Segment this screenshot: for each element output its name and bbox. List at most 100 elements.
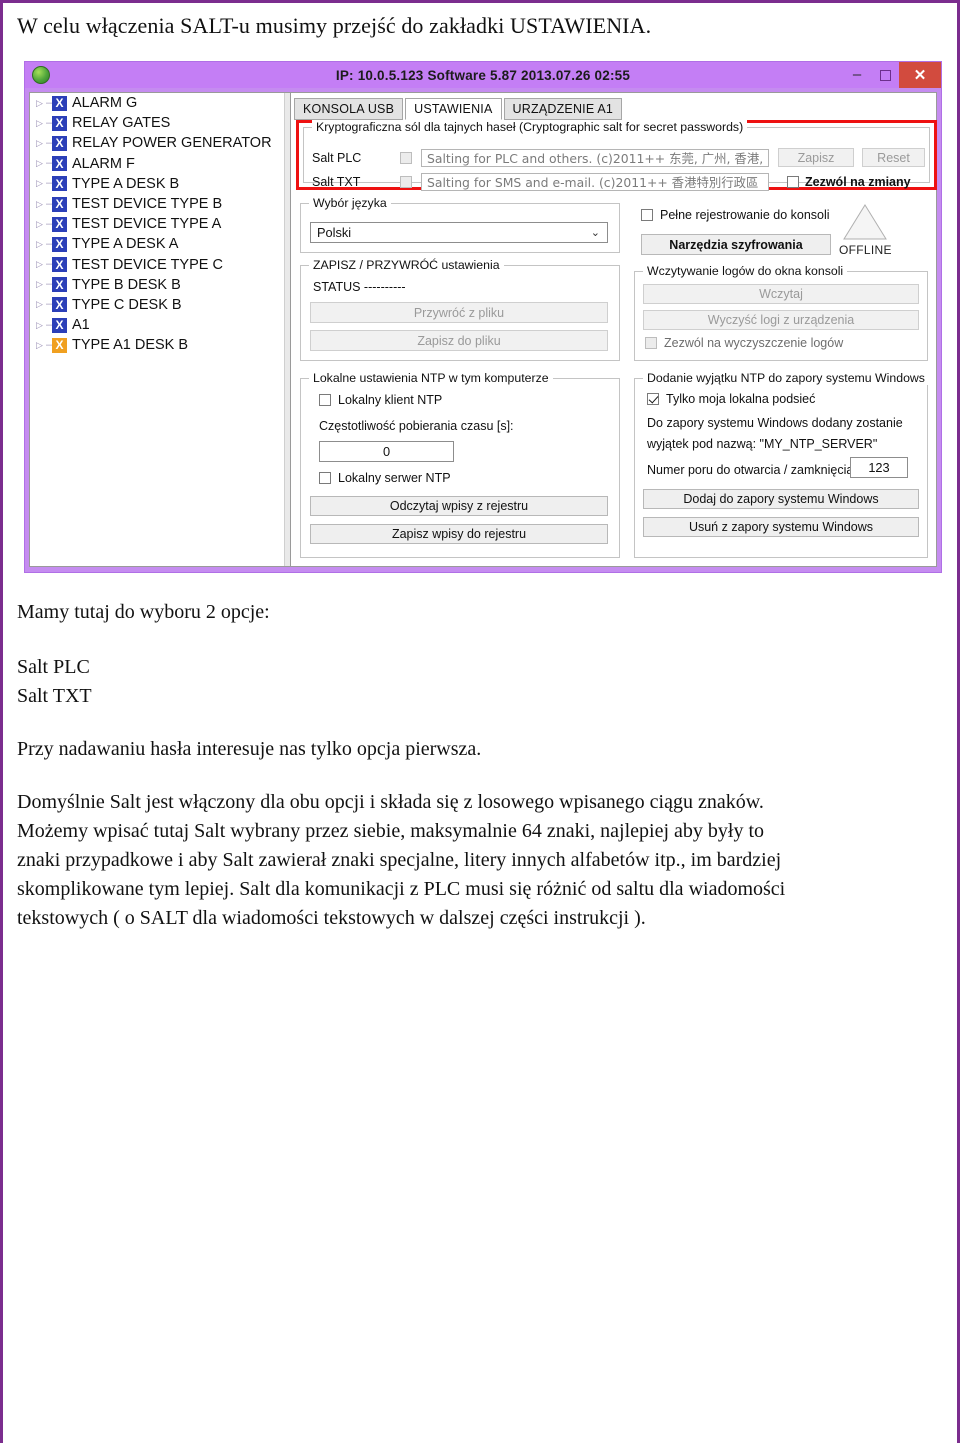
options-list: Salt PLC Salt TXT <box>17 653 937 711</box>
allow-changes-label: Zezwól na zmiany <box>805 175 911 189</box>
allow-changes-checkbox[interactable] <box>787 176 799 188</box>
salt-save-button[interactable]: Zapisz <box>778 148 854 167</box>
tree-item-label: TYPE A DESK B <box>72 175 180 192</box>
offline-indicator: OFFLINE <box>839 203 892 257</box>
ntp-subnet-checkbox[interactable] <box>647 393 659 405</box>
ntp-server-checkbox[interactable] <box>319 472 331 484</box>
close-button[interactable]: ✕ <box>899 62 941 88</box>
write-registry-button[interactable]: Zapisz wpisy do rejestru <box>310 524 608 544</box>
tab-bar: KONSOLA USB USTAWIENIA URZĄDZENIE A1 <box>291 93 936 120</box>
expand-arrow-icon[interactable]: ▷ <box>36 118 46 128</box>
device-node-icon: X <box>52 196 67 212</box>
ntp-client-checkbox[interactable] <box>319 394 331 406</box>
tree-item[interactable]: ▷ – X TYPE B DESK B <box>30 275 290 295</box>
expand-arrow-icon[interactable]: ▷ <box>36 179 46 188</box>
tree-scrollbar[interactable] <box>284 93 290 566</box>
device-node-icon: X <box>52 337 67 353</box>
save-restore-status: STATUS ---------- <box>313 280 406 294</box>
tree-item[interactable]: ▷ – X TYPE C DESK B <box>30 295 290 315</box>
salt-reset-button[interactable]: Reset <box>862 148 925 167</box>
clear-device-logs-button[interactable]: Wyczyść logi z urządzenia <box>643 310 919 330</box>
tree-item[interactable]: ▷ – X TYPE A DESK A <box>30 234 290 254</box>
tree-item-label: ALARM G <box>72 95 138 112</box>
tree-item[interactable]: ▷ – X RELAY GATES <box>30 113 290 133</box>
ntp-frequency-input[interactable]: 0 <box>319 441 454 462</box>
tree-item[interactable]: ▷ – X TYPE A DESK B <box>30 174 290 194</box>
expand-arrow-icon[interactable]: ▷ <box>36 239 46 249</box>
tree-item[interactable]: ▷ – X TEST DEVICE TYPE B <box>30 194 290 214</box>
firewall-remove-button[interactable]: Usuń z zapory systemu Windows <box>643 517 919 537</box>
ntp-server-label: Lokalny serwer NTP <box>338 471 451 485</box>
salt-txt-input[interactable]: Salting for SMS and e-mail. (c)2011++ 香港… <box>421 173 769 191</box>
firewall-add-button[interactable]: Dodaj do zapory systemu Windows <box>643 489 919 509</box>
ntp-client-label: Lokalny klient NTP <box>338 393 443 407</box>
tree-item-label: TYPE C DESK B <box>72 296 182 313</box>
device-node-icon: X <box>52 297 67 313</box>
paragraph-3-line: skomplikowane tym lepiej. Salt dla komun… <box>17 878 786 900</box>
save-restore-groupbox: ZAPISZ / PRZYWRÓĆ ustawienia STATUS ----… <box>300 258 620 361</box>
tree-item[interactable]: ▷ – X ALARM G <box>30 93 290 113</box>
logs-group-title: Wczytywanie logów do okna konsoli <box>643 264 848 278</box>
expand-arrow-icon[interactable]: ▷ <box>36 98 46 108</box>
minimize-button[interactable]: – <box>843 64 871 86</box>
maximize-button[interactable] <box>871 64 899 86</box>
tab-urzadzenie-a1[interactable]: URZĄDZENIE A1 <box>503 98 623 120</box>
allow-clear-logs-checkbox[interactable] <box>645 337 657 349</box>
tree-item[interactable]: ▷ – X TEST DEVICE TYPE A <box>30 214 290 234</box>
save-restore-group-title: ZAPISZ / PRZYWRÓĆ ustawienia <box>309 258 504 272</box>
settings-pane: KONSOLA USB USTAWIENIA URZĄDZENIE A1 Kry… <box>291 92 937 567</box>
tree-item-label: TEST DEVICE TYPE B <box>72 196 223 213</box>
tree-item[interactable]: ▷ – X RELAY POWER GENERATOR <box>30 133 290 153</box>
load-logs-button[interactable]: Wczytaj <box>643 284 919 304</box>
paragraph-salt-description: Domyślnie Salt jest włączony dla obu opc… <box>17 788 937 933</box>
language-select[interactable]: Polski ⌄ <box>310 222 608 243</box>
expand-arrow-icon[interactable]: ▷ <box>36 280 46 289</box>
expand-arrow-icon[interactable]: ▷ <box>36 300 46 309</box>
salt-plc-enable-checkbox[interactable] <box>400 151 412 164</box>
device-node-icon: X <box>52 317 67 333</box>
device-node-icon: X <box>52 115 67 131</box>
salt-plc-label: Salt PLC <box>312 150 362 165</box>
offline-label: OFFLINE <box>839 243 892 257</box>
full-logging-checkbox[interactable] <box>641 209 653 221</box>
window-title: IP: 10.0.5.123 Software 5.87 2013.07.26 … <box>335 67 631 83</box>
expand-arrow-icon[interactable]: ▷ <box>36 260 46 269</box>
tree-item-label: ALARM F <box>72 155 135 172</box>
page-title: W celu włączenia SALT-u musimy przejść d… <box>17 13 652 38</box>
expand-arrow-icon[interactable]: ▷ <box>36 340 46 350</box>
ntp-server-row: Lokalny serwer NTP <box>319 471 451 485</box>
salt-txt-enable-checkbox[interactable] <box>400 176 412 188</box>
application-window: IP: 10.0.5.123 Software 5.87 2013.07.26 … <box>24 61 942 573</box>
expand-arrow-icon[interactable]: ▷ <box>36 320 46 330</box>
ntp-local-groupbox: Lokalne ustawienia NTP w tym komputerze … <box>300 371 620 558</box>
expand-arrow-icon[interactable]: ▷ <box>36 219 46 229</box>
ntp-frequency-label: Częstotliwość pobierania czasu [s]: <box>319 419 514 433</box>
tab-konsola-usb[interactable]: KONSOLA USB <box>294 98 404 120</box>
allow-clear-logs-row: Zezwól na wyczyszczenie logów <box>645 336 843 350</box>
salt-groupbox: Kryptograficzna sól dla tajnych haseł (C… <box>303 120 930 191</box>
paragraph-1: Mamy tutaj do wyboru 2 opcje: <box>17 601 270 623</box>
expand-arrow-icon[interactable]: ▷ <box>36 159 46 168</box>
document-page: W celu włączenia SALT-u musimy przejść d… <box>0 0 960 1443</box>
tree-item[interactable]: ▷ – X ALARM F <box>30 154 290 174</box>
device-tree-list: ▷ – X ALARM G ▷ – X RELAY GATES ▷ – X RELAY POWER G… <box>30 93 290 355</box>
language-selected-value: Polski <box>317 225 352 240</box>
tree-item[interactable]: ▷ – X TYPE A1 DESK B <box>30 335 290 355</box>
device-tree[interactable]: ▷ – X ALARM G ▷ – X RELAY GATES ▷ – X RELAY POWER G… <box>29 92 291 567</box>
tree-item-label: TEST DEVICE TYPE C <box>72 256 223 273</box>
salt-plc-input[interactable]: Salting for PLC and others. (c)2011++ 东莞… <box>421 148 769 167</box>
save-to-file-button[interactable]: Zapisz do pliku <box>310 330 608 351</box>
ntp-port-input[interactable]: 123 <box>850 457 908 478</box>
restore-from-file-button[interactable]: Przywróć z pliku <box>310 302 608 323</box>
window-body: ▷ – X ALARM G ▷ – X RELAY GATES ▷ – X RELAY POWER G… <box>29 92 937 567</box>
option-salt-plc: Salt PLC <box>17 656 90 678</box>
tab-ustawienia[interactable]: USTAWIENIA <box>405 98 502 120</box>
window-controls: – ✕ <box>843 62 941 88</box>
read-registry-button[interactable]: Odczytaj wpisy z rejestru <box>310 496 608 516</box>
expand-arrow-icon[interactable]: ▷ <box>36 138 46 148</box>
expand-arrow-icon[interactable]: ▷ <box>36 199 46 209</box>
tree-item[interactable]: ▷ – X TEST DEVICE TYPE C <box>30 255 290 275</box>
tree-item[interactable]: ▷ – X A1 <box>30 315 290 335</box>
language-group-title: Wybór języka <box>309 196 391 210</box>
crypto-tools-button[interactable]: Narzędzia szyfrowania <box>641 234 831 255</box>
